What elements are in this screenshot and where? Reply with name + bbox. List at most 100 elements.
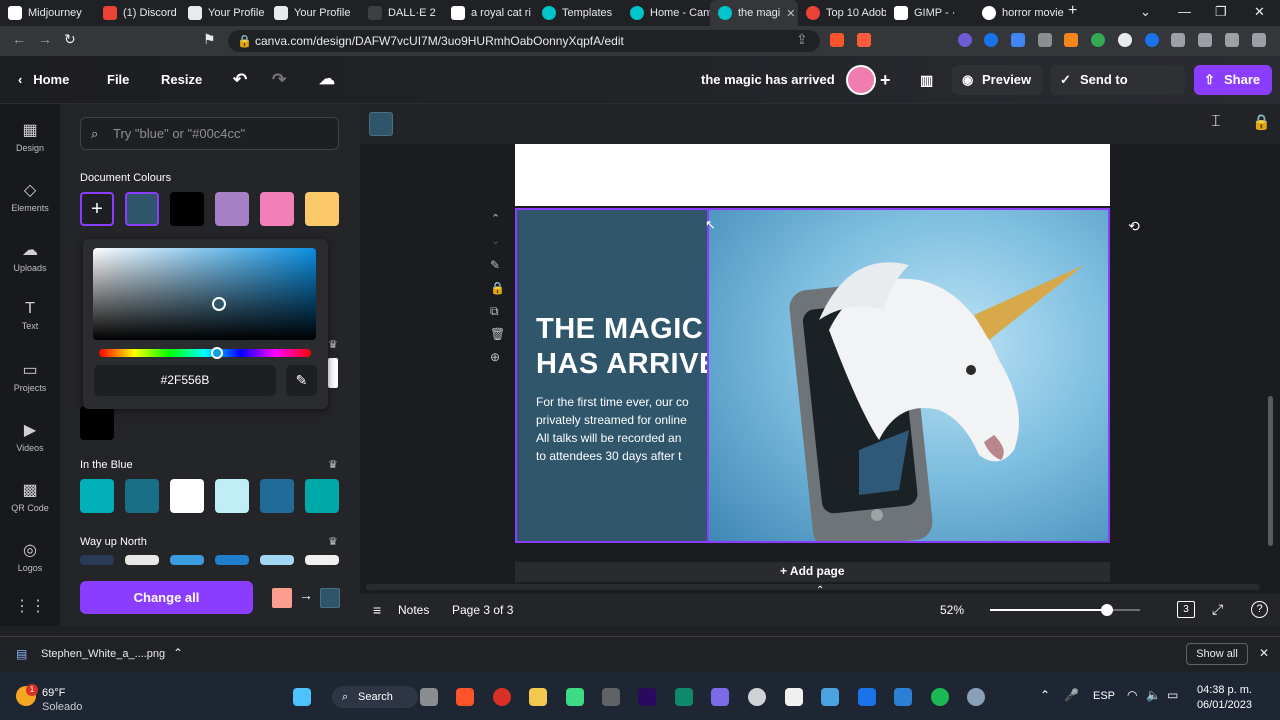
palette-swatch[interactable]: [305, 555, 339, 565]
slide-title[interactable]: THE MAGIC HAS ARRIVE: [536, 312, 719, 382]
horizontal-scrollbar[interactable]: [366, 584, 1260, 590]
taskbar-search[interactable]: ⌕ Search: [332, 686, 418, 708]
colour-search-input[interactable]: ⌕ Try "blue" or "#00c4cc": [80, 117, 339, 150]
brave-icon[interactable]: [456, 688, 474, 706]
app-icon[interactable]: [711, 688, 729, 706]
extension-icon[interactable]: [984, 33, 998, 47]
delete-page-icon[interactable]: 🗑: [490, 327, 505, 341]
puzzle-icon[interactable]: [1171, 33, 1185, 47]
new-tab-icon[interactable]: +: [1068, 2, 1077, 20]
tab-1[interactable]: (1) Discord |: [95, 0, 180, 26]
document-title[interactable]: the magic has arrived: [701, 56, 835, 104]
extension-icon[interactable]: [1038, 33, 1052, 47]
tab-9[interactable]: Top 10 Adob: [798, 0, 886, 26]
clock-time[interactable]: 04:38 p. m.: [1192, 684, 1252, 696]
spotify-icon[interactable]: [931, 688, 949, 706]
saturation-value-area[interactable]: [93, 248, 316, 340]
menu-icon[interactable]: [1252, 33, 1266, 47]
apps-grid-icon[interactable]: ⋮⋮: [0, 596, 60, 616]
extension-icon[interactable]: [1011, 33, 1025, 47]
page-grid-button[interactable]: 3: [1177, 601, 1195, 618]
slide[interactable]: THE MAGIC HAS ARRIVE For the first time …: [515, 208, 1110, 543]
download-file-name[interactable]: Stephen_White_a_....png: [41, 648, 165, 660]
palette-swatch[interactable]: [80, 479, 114, 513]
notes-icon[interactable]: ≡: [373, 602, 381, 618]
palette-swatch[interactable]: [80, 555, 114, 565]
tab-10[interactable]: GIMP - ·: [886, 0, 974, 26]
reload-icon[interactable]: ↻: [64, 31, 76, 48]
rail-text[interactable]: T Text: [0, 300, 60, 331]
tab-0[interactable]: Midjourney: [0, 0, 95, 26]
capcut-icon[interactable]: [785, 688, 803, 706]
notes-button[interactable]: Notes: [398, 603, 429, 617]
wifi-icon[interactable]: ◠: [1127, 688, 1137, 702]
tab-11[interactable]: horror movie: [974, 0, 1064, 26]
close-tab-icon[interactable]: ✕: [786, 7, 795, 20]
wallet-icon[interactable]: [1225, 33, 1239, 47]
volume-icon[interactable]: 🔈: [1146, 688, 1161, 702]
palette-swatch[interactable]: [125, 479, 159, 513]
brave-shield-icon[interactable]: [830, 33, 844, 47]
avatar[interactable]: [846, 65, 876, 95]
doc-colour-swatch[interactable]: [260, 192, 294, 226]
tray-chevron-icon[interactable]: ⌃: [1040, 688, 1050, 702]
share-page-icon[interactable]: ⇪: [796, 31, 808, 48]
file-explorer-icon[interactable]: [529, 688, 547, 706]
app-icon[interactable]: [748, 688, 766, 706]
app-icon[interactable]: [602, 688, 620, 706]
chevron-down-icon[interactable]: ⌄: [491, 234, 500, 247]
palette-swatch[interactable]: [305, 479, 339, 513]
add-page-icon[interactable]: ⊕: [490, 350, 500, 364]
slide-body[interactable]: For the first time ever, our co privatel…: [536, 393, 689, 465]
rail-logos[interactable]: ◎ Logos: [0, 540, 60, 573]
preview-button[interactable]: ◉ Preview: [952, 65, 1042, 95]
vscode-icon[interactable]: [894, 688, 912, 706]
app-icon[interactable]: [821, 688, 839, 706]
page-info[interactable]: Page 3 of 3: [452, 603, 513, 617]
unicorn-phone-image[interactable]: [707, 210, 1108, 541]
opera-icon[interactable]: [493, 688, 511, 706]
bookmark-icon[interactable]: ⚑: [203, 31, 216, 48]
rail-videos[interactable]: ▶ Videos: [0, 420, 60, 453]
doc-colour-swatch[interactable]: [215, 192, 249, 226]
help-icon[interactable]: ?: [1251, 601, 1268, 618]
palette-swatch[interactable]: [260, 555, 294, 565]
battery-icon[interactable]: ▭: [1167, 688, 1178, 702]
premiere-icon[interactable]: [638, 688, 656, 706]
tab-6[interactable]: Templates: [534, 0, 622, 26]
file-button[interactable]: File: [107, 56, 129, 104]
task-view-icon[interactable]: [420, 688, 438, 706]
close-window-icon[interactable]: ✕: [1254, 4, 1265, 20]
tab-5[interactable]: a royal cat ri: [443, 0, 531, 26]
extension-icon[interactable]: [958, 33, 972, 47]
eyedropper-icon[interactable]: ✎: [286, 365, 317, 396]
rail-qr-code[interactable]: ▩ QR Code: [0, 480, 60, 513]
microphone-icon[interactable]: 🎤: [1064, 688, 1079, 702]
forward-icon[interactable]: →: [38, 31, 52, 47]
close-icon[interactable]: ✕: [1259, 646, 1269, 660]
fullscreen-icon[interactable]: ⤢: [1212, 601, 1223, 618]
extension-icon[interactable]: [1145, 33, 1159, 47]
show-all-button[interactable]: Show all: [1186, 643, 1248, 665]
send-to-teacher-button[interactable]: ✓Send to Teacher: [1050, 65, 1185, 117]
doc-colour-swatch[interactable]: [125, 192, 159, 226]
tab-active[interactable]: the magi ✕: [710, 0, 798, 26]
store-icon[interactable]: [858, 688, 876, 706]
doc-colour-swatch[interactable]: [305, 192, 339, 226]
tab-7[interactable]: Home - Canv: [622, 0, 710, 26]
refresh-comment-icon[interactable]: ⟲: [1123, 215, 1145, 237]
insights-icon[interactable]: ▥: [920, 56, 933, 104]
language-indicator[interactable]: ESP: [1093, 690, 1115, 702]
extension-icon[interactable]: [1118, 33, 1132, 47]
app-icon[interactable]: [675, 688, 693, 706]
rail-uploads[interactable]: ☁ Uploads: [0, 240, 60, 273]
tab-4[interactable]: DALL·E 2: [360, 0, 440, 26]
zoom-slider[interactable]: [990, 604, 1140, 616]
change-all-button[interactable]: Change all: [80, 581, 253, 614]
vertical-scrollbar[interactable]: [1266, 146, 1274, 576]
extension-icon[interactable]: [1091, 33, 1105, 47]
add-collaborator-icon[interactable]: +: [880, 56, 891, 104]
rail-projects[interactable]: ▭ Projects: [0, 360, 60, 393]
lock-page-icon[interactable]: 🔒: [490, 281, 505, 295]
maximize-icon[interactable]: ❐: [1215, 4, 1227, 20]
